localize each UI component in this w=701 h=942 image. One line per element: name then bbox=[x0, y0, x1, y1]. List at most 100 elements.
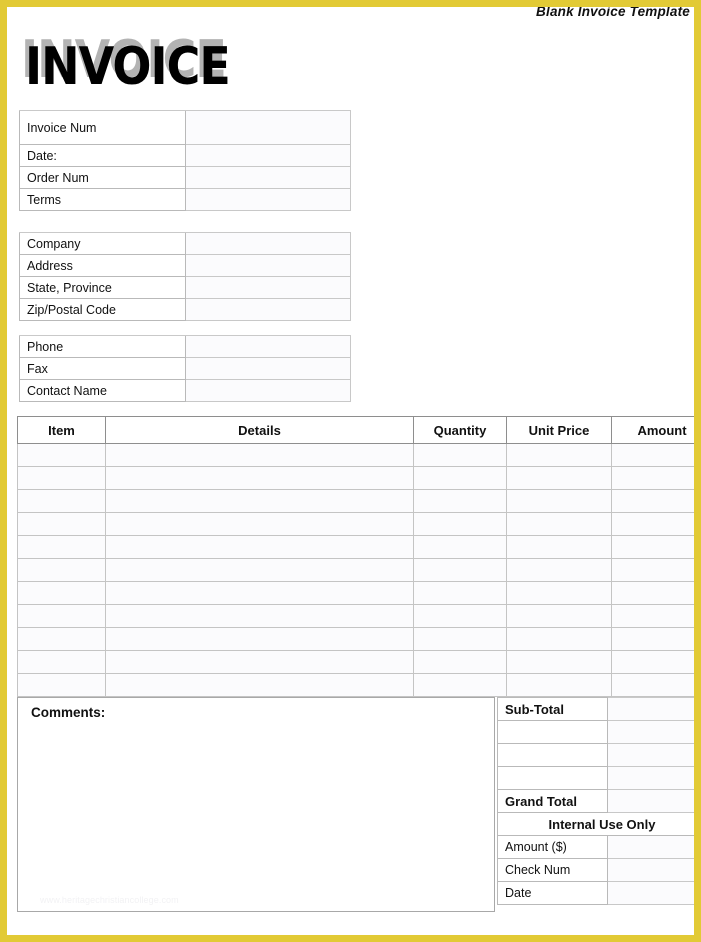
cell-item[interactable] bbox=[17, 558, 106, 582]
totals-panel: Sub-Total Grand Total Internal Use Only bbox=[497, 697, 694, 905]
cell-item[interactable] bbox=[17, 535, 106, 559]
input-order-num[interactable] bbox=[184, 166, 351, 189]
cell-unit-price[interactable] bbox=[506, 581, 612, 605]
table-row bbox=[17, 581, 694, 605]
input-terms[interactable] bbox=[184, 188, 351, 211]
field-row-phone: Phone bbox=[19, 335, 351, 358]
cell-details[interactable] bbox=[105, 673, 414, 697]
label-phone: Phone bbox=[19, 335, 186, 358]
label-grand-total: Grand Total bbox=[497, 789, 608, 813]
input-check-num[interactable] bbox=[607, 858, 694, 882]
cell-item[interactable] bbox=[17, 466, 106, 490]
cell-amount[interactable] bbox=[611, 535, 694, 559]
watermark-text: www.heritagechristiancollege.com bbox=[40, 895, 179, 905]
cell-amount[interactable] bbox=[611, 489, 694, 513]
cell-quantity[interactable] bbox=[413, 581, 507, 605]
table-row bbox=[17, 489, 694, 513]
input-phone[interactable] bbox=[184, 335, 351, 358]
cell-item[interactable] bbox=[17, 627, 106, 651]
cell-details[interactable] bbox=[105, 535, 414, 559]
label-adjustment-3[interactable] bbox=[497, 766, 608, 790]
totals-row-blank bbox=[497, 766, 694, 790]
input-state-province[interactable] bbox=[184, 276, 351, 299]
cell-item[interactable] bbox=[17, 512, 106, 536]
input-grand-total[interactable] bbox=[607, 789, 694, 813]
column-header-amount: Amount bbox=[611, 416, 694, 444]
cell-quantity[interactable] bbox=[413, 650, 507, 674]
cell-amount[interactable] bbox=[611, 466, 694, 490]
cell-quantity[interactable] bbox=[413, 489, 507, 513]
cell-unit-price[interactable] bbox=[506, 512, 612, 536]
totals-row-internal-header: Internal Use Only bbox=[497, 812, 694, 836]
cell-amount[interactable] bbox=[611, 627, 694, 651]
table-row bbox=[17, 535, 694, 559]
cell-quantity[interactable] bbox=[413, 443, 507, 467]
cell-unit-price[interactable] bbox=[506, 558, 612, 582]
cell-details[interactable] bbox=[105, 581, 414, 605]
field-row-state-province: State, Province bbox=[19, 276, 351, 299]
cell-item[interactable] bbox=[17, 604, 106, 628]
label-state-province: State, Province bbox=[19, 276, 186, 299]
cell-unit-price[interactable] bbox=[506, 604, 612, 628]
cell-unit-price[interactable] bbox=[506, 443, 612, 467]
cell-quantity[interactable] bbox=[413, 535, 507, 559]
input-sub-total[interactable] bbox=[607, 697, 694, 721]
cell-quantity[interactable] bbox=[413, 627, 507, 651]
cell-unit-price[interactable] bbox=[506, 673, 612, 697]
document-title: Blank Invoice Template bbox=[536, 4, 690, 19]
cell-quantity[interactable] bbox=[413, 512, 507, 536]
label-adjustment-1[interactable] bbox=[497, 720, 608, 744]
cell-amount[interactable] bbox=[611, 581, 694, 605]
cell-details[interactable] bbox=[105, 650, 414, 674]
input-address[interactable] bbox=[184, 254, 351, 277]
cell-amount[interactable] bbox=[611, 604, 694, 628]
input-adjustment-3[interactable] bbox=[607, 766, 694, 790]
input-adjustment-2[interactable] bbox=[607, 743, 694, 767]
table-row bbox=[17, 627, 694, 651]
input-company[interactable] bbox=[184, 232, 351, 255]
cell-amount[interactable] bbox=[611, 558, 694, 582]
input-zip-postal-code[interactable] bbox=[184, 298, 351, 321]
cell-amount[interactable] bbox=[611, 673, 694, 697]
cell-details[interactable] bbox=[105, 466, 414, 490]
cell-quantity[interactable] bbox=[413, 604, 507, 628]
cell-amount[interactable] bbox=[611, 443, 694, 467]
label-contact-name: Contact Name bbox=[19, 379, 186, 402]
cell-details[interactable] bbox=[105, 489, 414, 513]
cell-item[interactable] bbox=[17, 581, 106, 605]
cell-unit-price[interactable] bbox=[506, 489, 612, 513]
cell-item[interactable] bbox=[17, 673, 106, 697]
label-adjustment-2[interactable] bbox=[497, 743, 608, 767]
input-date[interactable] bbox=[184, 144, 351, 167]
cell-item[interactable] bbox=[17, 443, 106, 467]
input-fax[interactable] bbox=[184, 357, 351, 380]
column-header-unit-price: Unit Price bbox=[506, 416, 612, 444]
cell-quantity[interactable] bbox=[413, 673, 507, 697]
cell-details[interactable] bbox=[105, 627, 414, 651]
label-fax: Fax bbox=[19, 357, 186, 380]
input-internal-date[interactable] bbox=[607, 881, 694, 905]
cell-quantity[interactable] bbox=[413, 558, 507, 582]
input-invoice-num[interactable] bbox=[184, 110, 351, 145]
cell-amount[interactable] bbox=[611, 650, 694, 674]
input-amount-dollars[interactable] bbox=[607, 835, 694, 859]
cell-unit-price[interactable] bbox=[506, 650, 612, 674]
table-row bbox=[17, 673, 694, 697]
cell-amount[interactable] bbox=[611, 512, 694, 536]
table-row bbox=[17, 650, 694, 674]
cell-item[interactable] bbox=[17, 650, 106, 674]
cell-details[interactable] bbox=[105, 443, 414, 467]
cell-details[interactable] bbox=[105, 558, 414, 582]
cell-unit-price[interactable] bbox=[506, 627, 612, 651]
cell-details[interactable] bbox=[105, 604, 414, 628]
cell-unit-price[interactable] bbox=[506, 535, 612, 559]
input-adjustment-1[interactable] bbox=[607, 720, 694, 744]
totals-row-date: Date bbox=[497, 881, 694, 905]
cell-quantity[interactable] bbox=[413, 466, 507, 490]
cell-item[interactable] bbox=[17, 489, 106, 513]
comments-panel[interactable]: Comments: www.heritagechristiancollege.c… bbox=[17, 697, 495, 912]
cell-unit-price[interactable] bbox=[506, 466, 612, 490]
cell-details[interactable] bbox=[105, 512, 414, 536]
label-date: Date: bbox=[19, 144, 186, 167]
input-contact-name[interactable] bbox=[184, 379, 351, 402]
